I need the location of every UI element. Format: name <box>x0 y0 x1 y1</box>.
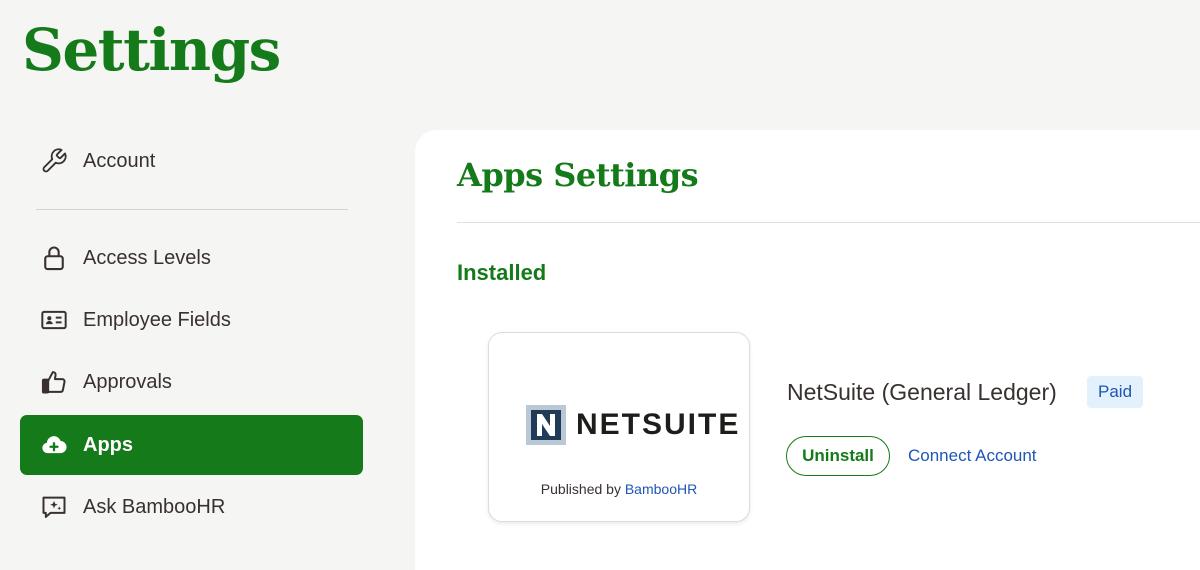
sidebar-item-label: Apps <box>83 433 133 456</box>
panel-divider <box>457 222 1200 223</box>
netsuite-logo-icon <box>526 405 566 445</box>
connect-account-link[interactable]: Connect Account <box>908 446 1037 466</box>
sidebar-item-ask-bamboohr[interactable]: Ask BambooHR <box>20 477 363 537</box>
id-card-icon <box>40 306 68 334</box>
panel-title: Apps Settings <box>457 156 699 194</box>
app-card-netsuite[interactable]: NETSUITE Published by BambooHR <box>488 332 750 522</box>
netsuite-logo: NETSUITE <box>526 405 740 445</box>
sidebar-item-label: Account <box>83 149 156 172</box>
app-name: NetSuite (General Ledger) <box>787 379 1057 405</box>
sidebar-item-label: Employee Fields <box>83 308 231 331</box>
sidebar-item-access-levels[interactable]: Access Levels <box>20 228 363 288</box>
sidebar-item-approvals[interactable]: Approvals <box>20 352 363 412</box>
lock-icon <box>40 244 68 272</box>
netsuite-logo-text: NETSUITE <box>576 408 741 441</box>
published-by-label: Published by <box>540 481 621 497</box>
uninstall-button[interactable]: Uninstall <box>786 436 890 476</box>
section-title-installed: Installed <box>457 260 547 285</box>
apps-settings-panel: Apps Settings Installed NETSUITE Publish… <box>415 130 1200 570</box>
sparkle-chat-icon <box>40 493 68 521</box>
sidebar-item-apps[interactable]: Apps <box>20 415 363 475</box>
sidebar-item-employee-fields[interactable]: Employee Fields <box>20 290 363 350</box>
sidebar-item-label: Ask BambooHR <box>83 495 226 518</box>
sidebar-item-label: Access Levels <box>83 246 211 269</box>
publisher-line: Published by BambooHR <box>489 481 749 497</box>
publisher-link[interactable]: BambooHR <box>625 481 697 497</box>
page-title: Settings <box>22 16 281 84</box>
thumbs-up-icon <box>40 368 68 396</box>
sidebar-divider <box>36 209 348 210</box>
sidebar-item-label: Approvals <box>83 370 172 393</box>
paid-badge: Paid <box>1087 376 1144 408</box>
sidebar-item-account[interactable]: Account <box>20 131 363 191</box>
cloud-plus-icon <box>40 431 68 459</box>
wrench-icon <box>40 147 68 175</box>
